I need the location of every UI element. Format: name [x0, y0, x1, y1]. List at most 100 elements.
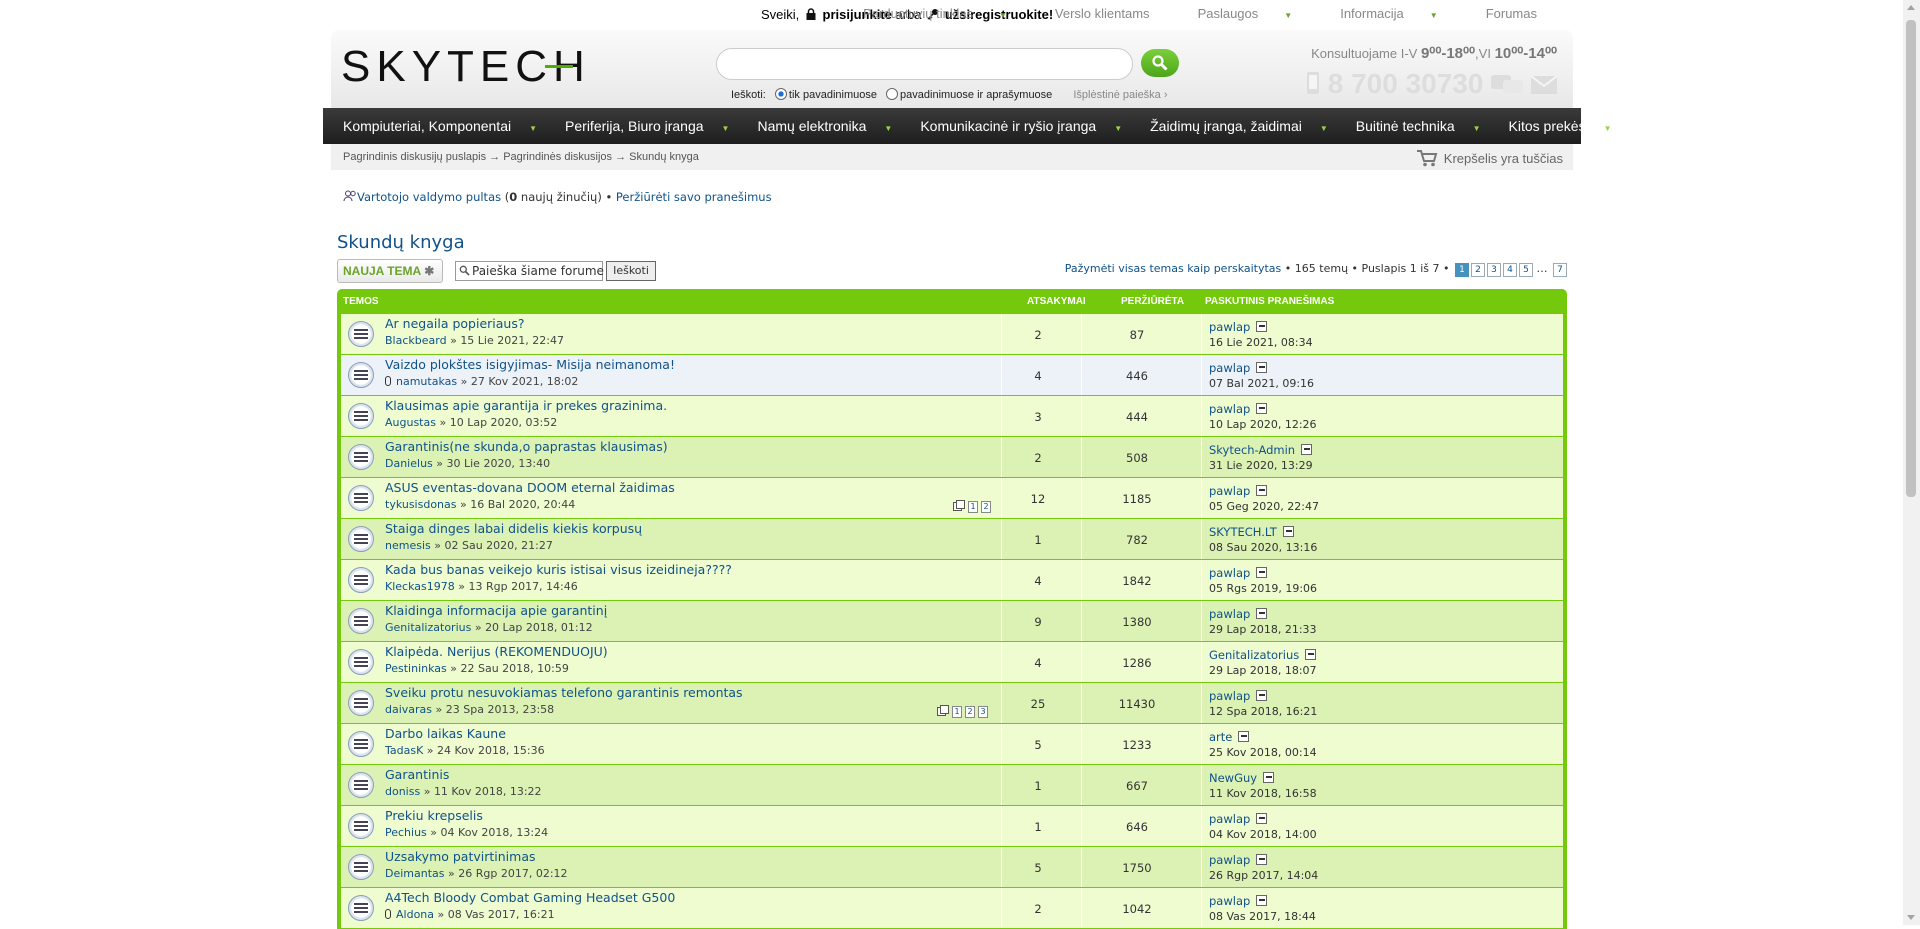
- topic-author[interactable]: TadasK: [385, 744, 423, 757]
- topic-title-link[interactable]: Kada bus banas veikejo kuris istisai vis…: [385, 562, 732, 577]
- last-post-user[interactable]: Genitalizatorius: [1209, 648, 1299, 662]
- site-search-input[interactable]: [716, 48, 1133, 80]
- radio-titles-only[interactable]: [774, 88, 787, 100]
- last-post-user[interactable]: SKYTECH.LT: [1209, 525, 1277, 539]
- nav-item-home-electronics[interactable]: Namų elektronika ▼: [757, 118, 906, 134]
- page-title[interactable]: Skundų knyga: [337, 232, 465, 253]
- topnav-business[interactable]: Verslo klientams: [1031, 6, 1174, 21]
- topic-title-link[interactable]: A4Tech Bloody Combat Gaming Headset G500: [385, 890, 675, 905]
- view-latest-post-icon[interactable]: [1256, 321, 1268, 332]
- topic-author[interactable]: Genitalizatorius: [385, 621, 471, 634]
- topnav-services[interactable]: Paslaugos ▼: [1174, 6, 1317, 21]
- view-latest-post-icon[interactable]: [1256, 608, 1268, 619]
- topic-title-link[interactable]: Prekiu krepselis: [385, 808, 483, 823]
- last-post-user[interactable]: NewGuy: [1209, 771, 1257, 785]
- topic-title-link[interactable]: Darbo laikas Kaune: [385, 726, 506, 741]
- last-post-user[interactable]: pawlap: [1209, 402, 1250, 416]
- topnav-forum[interactable]: Forumas: [1462, 6, 1561, 21]
- last-post-user[interactable]: pawlap: [1209, 812, 1250, 826]
- view-latest-post-icon[interactable]: [1256, 813, 1268, 824]
- last-post-user[interactable]: pawlap: [1209, 361, 1250, 375]
- page-2[interactable]: 2: [1471, 263, 1485, 277]
- topic-page-link[interactable]: 2: [965, 706, 975, 718]
- cart-status[interactable]: Krepšelis yra tuščias: [1416, 149, 1563, 167]
- nav-item-peripherals[interactable]: Periferija, Biuro įranga ▼: [565, 118, 743, 134]
- view-latest-post-icon[interactable]: [1256, 403, 1268, 414]
- new-topic-button[interactable]: NAUJA TEMA ✱: [337, 259, 443, 283]
- topic-author[interactable]: tykusisdonas: [385, 498, 457, 511]
- last-post-user[interactable]: pawlap: [1209, 853, 1250, 867]
- last-post-user[interactable]: arte: [1209, 730, 1232, 744]
- forum-search-button[interactable]: Ieškoti: [606, 261, 656, 281]
- topic-author[interactable]: nemesis: [385, 539, 431, 552]
- last-post-user[interactable]: pawlap: [1209, 566, 1250, 580]
- topic-author[interactable]: Aldona: [396, 908, 434, 921]
- nav-item-computers[interactable]: Kompiuteriai, Komponentai ▼: [343, 118, 551, 134]
- topic-author[interactable]: Blackbeard: [385, 334, 447, 347]
- nav-item-communication[interactable]: Komunikacinė ir ryšio įranga ▼: [920, 118, 1136, 134]
- advanced-search-link[interactable]: Išplėstinė paieška ›: [1073, 89, 1167, 101]
- view-latest-post-icon[interactable]: [1256, 854, 1268, 865]
- topic-author[interactable]: Deimantas: [385, 867, 445, 880]
- last-post-user[interactable]: pawlap: [1209, 689, 1250, 703]
- topic-title-link[interactable]: Vaizdo plokštes isigyjimas- Misija neima…: [385, 357, 675, 372]
- scroll-up-arrow[interactable]: [1907, 5, 1915, 10]
- view-latest-post-icon[interactable]: [1305, 649, 1317, 660]
- last-post-user[interactable]: pawlap: [1209, 484, 1250, 498]
- view-latest-post-icon[interactable]: [1301, 444, 1313, 455]
- topic-author[interactable]: daivaras: [385, 703, 432, 716]
- topic-author[interactable]: doniss: [385, 785, 420, 798]
- topic-author[interactable]: Danielus: [385, 457, 433, 470]
- scrollbar-thumb[interactable]: [1906, 20, 1916, 497]
- last-post-user[interactable]: Skytech-Admin: [1209, 443, 1295, 457]
- nav-item-gaming[interactable]: Žaidimų įranga, žaidimai ▼: [1150, 118, 1342, 134]
- page-4[interactable]: 4: [1503, 263, 1517, 277]
- topic-page-link[interactable]: 1: [952, 706, 962, 718]
- forum-search-input[interactable]: Paieška šiame forume: [455, 261, 604, 281]
- nav-item-appliances[interactable]: Buitinė technika ▼: [1356, 118, 1495, 134]
- page-1[interactable]: 1: [1455, 263, 1469, 277]
- view-latest-post-icon[interactable]: [1238, 731, 1250, 742]
- view-latest-post-icon[interactable]: [1256, 362, 1268, 373]
- view-latest-post-icon[interactable]: [1263, 772, 1275, 783]
- page-3[interactable]: 3: [1487, 263, 1501, 277]
- chat-icon[interactable]: [1491, 73, 1524, 95]
- scrollbar[interactable]: [1903, 0, 1920, 925]
- topic-title-link[interactable]: Klaidinga informacija apie garantinį: [385, 603, 607, 618]
- topic-title-link[interactable]: Garantinis(ne skunda,o paprastas klausim…: [385, 439, 668, 454]
- scroll-down-arrow[interactable]: [1907, 915, 1915, 920]
- last-post-user[interactable]: pawlap: [1209, 894, 1250, 908]
- topic-page-link[interactable]: 2: [981, 501, 991, 513]
- topic-title-link[interactable]: Uzsakymo patvirtinimas: [385, 849, 536, 864]
- breadcrumb[interactable]: Pagrindinis diskusijų puslapis → Pagrind…: [343, 151, 699, 163]
- topic-author[interactable]: Pechius: [385, 826, 427, 839]
- page-5[interactable]: 5: [1519, 263, 1533, 277]
- topic-title-link[interactable]: Staiga dinges labai didelis kiekis korpu…: [385, 521, 642, 536]
- page-last[interactable]: 7: [1553, 263, 1567, 277]
- topnav-info[interactable]: Informacija ▼: [1316, 6, 1462, 21]
- topic-title-link[interactable]: Klausimas apie garantija ir prekes grazi…: [385, 398, 667, 413]
- view-latest-post-icon[interactable]: [1282, 526, 1294, 537]
- view-latest-post-icon[interactable]: [1256, 895, 1268, 906]
- topic-author[interactable]: Kleckas1978: [385, 580, 455, 593]
- view-latest-post-icon[interactable]: [1256, 485, 1268, 496]
- radio-titles-and-descriptions[interactable]: [886, 88, 899, 100]
- nav-item-other[interactable]: Kitos prekės ▼: [1509, 118, 1626, 134]
- site-search-button[interactable]: [1141, 49, 1179, 77]
- topic-title-link[interactable]: Klaipėda. Nerijus (REKOMENDUOJU): [385, 644, 608, 659]
- mail-icon[interactable]: [1530, 75, 1558, 95]
- topic-page-link[interactable]: 3: [978, 706, 988, 718]
- topic-author[interactable]: Pestininkas: [385, 662, 447, 675]
- topnav-stores[interactable]: Parduotuvių tinklas ▼: [839, 6, 1031, 21]
- topic-page-link[interactable]: 1: [968, 501, 978, 513]
- topic-author[interactable]: namutakas: [396, 375, 457, 388]
- mark-all-read-link[interactable]: Pažymėti visas temas kaip perskaitytas: [1065, 262, 1282, 275]
- topic-title-link[interactable]: Sveiku protu nesuvokiamas telefono garan…: [385, 685, 743, 700]
- topic-title-link[interactable]: ASUS eventas-dovana DOOM eternal žaidima…: [385, 480, 675, 495]
- topic-title-link[interactable]: Ar negaila popieriaus?: [385, 316, 524, 331]
- view-own-posts-link[interactable]: Peržiūrėti savo pranešimus: [616, 190, 772, 204]
- ucp-link[interactable]: Vartotojo valdymo pultas: [357, 190, 501, 204]
- topic-author[interactable]: Augustas: [385, 416, 436, 429]
- topic-title-link[interactable]: Garantinis: [385, 767, 449, 782]
- view-latest-post-icon[interactable]: [1256, 567, 1268, 578]
